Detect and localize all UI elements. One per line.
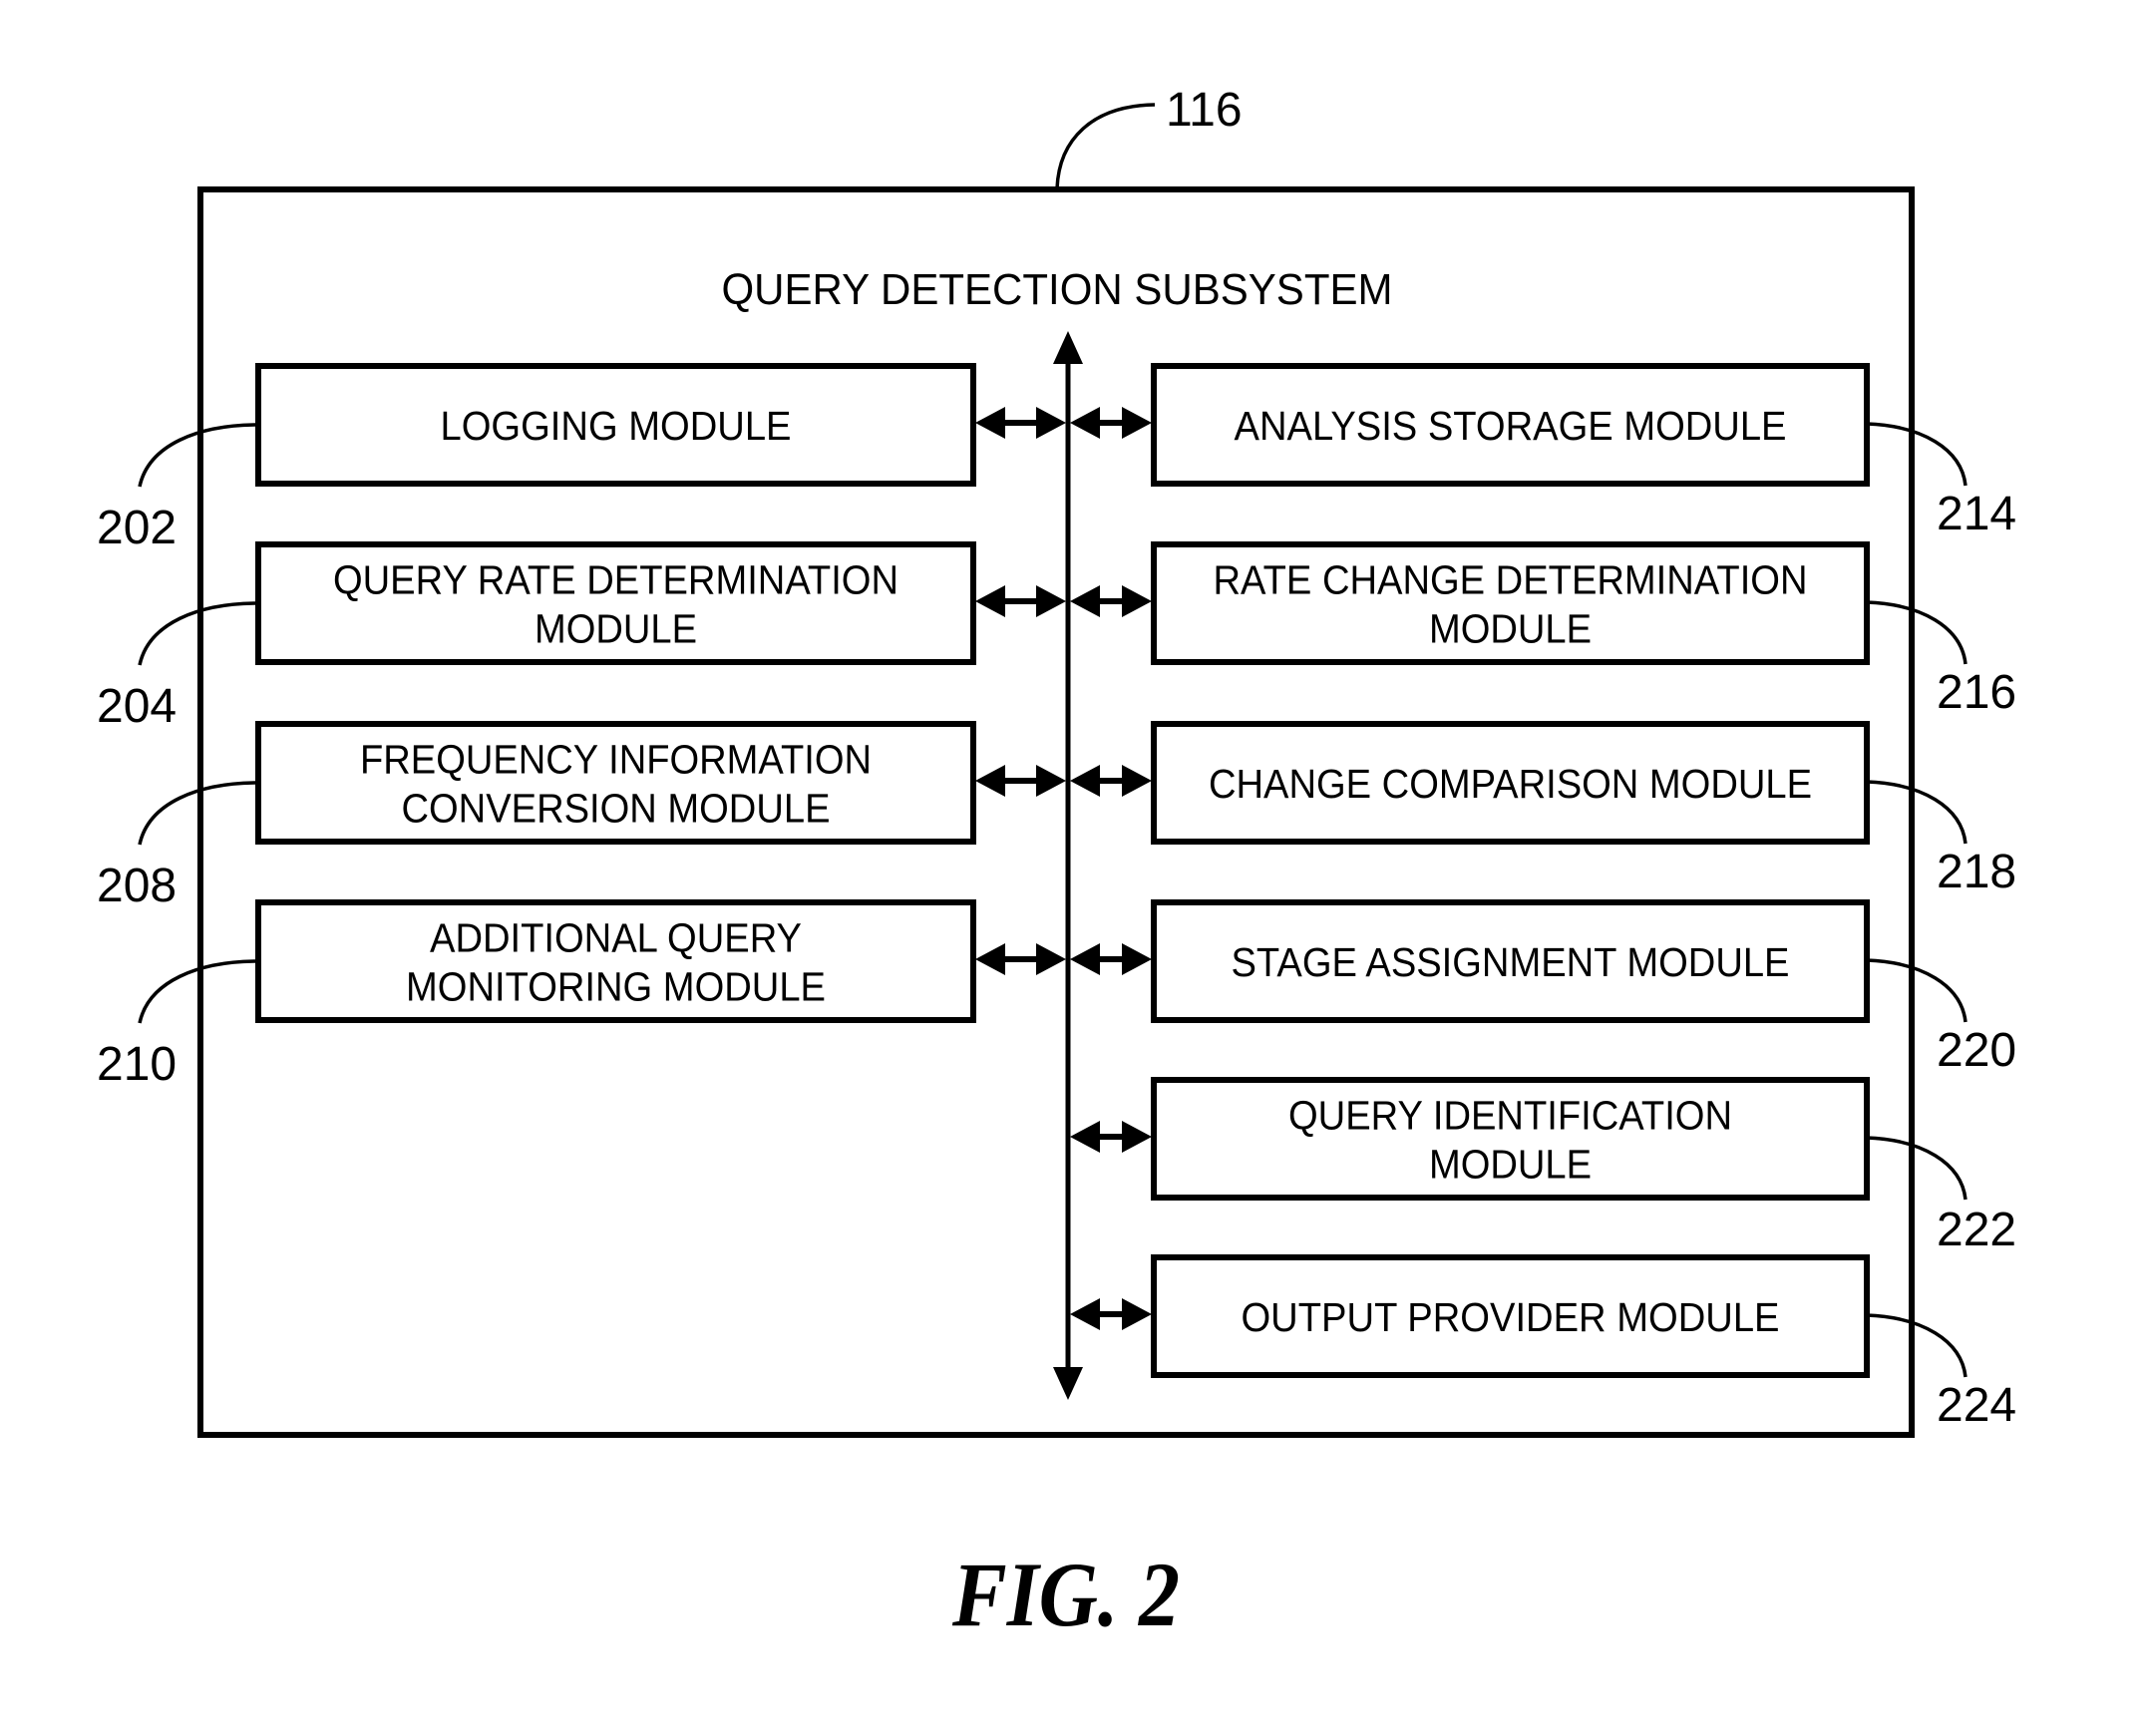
ref-leader [1866,780,1968,845]
ref-leader [1866,958,1968,1023]
arrow-right-icon [1036,765,1066,797]
arrow-left-icon [1070,1121,1100,1153]
right-modules: ANALYSIS STORAGE MODULE214RATE CHANGE DE… [1070,363,2016,1432]
data-bus [1053,331,1083,1400]
module-label-line: MONITORING MODULE [406,964,826,1010]
module-label-line: OUTPUT PROVIDER MODULE [1242,1294,1780,1340]
module-label-line: CHANGE COMPARISON MODULE [1209,761,1812,807]
arrow-right-icon [1122,943,1152,975]
ref-numeral: 204 [97,680,177,733]
figure-caption: FIG. 2 [951,1544,1180,1645]
arrow-right-icon [1122,407,1152,439]
module-label-line: STAGE ASSIGNMENT MODULE [1232,939,1790,985]
bus-arrow-up-icon [1053,331,1083,364]
ref-numeral: 208 [97,860,177,912]
module-label-line: CONVERSION MODULE [402,786,831,832]
arrow-right-icon [1036,585,1066,617]
arrow-left-icon [1070,585,1100,617]
module-label-line: ANALYSIS STORAGE MODULE [1235,403,1787,449]
arrow-left-icon [975,407,1005,439]
arrow-right-icon [1122,1121,1152,1153]
subsystem-ref-numeral: 116 [1166,84,1243,137]
ref-numeral: 210 [97,1038,177,1091]
arrow-right-icon [1036,407,1066,439]
module-208: FREQUENCY INFORMATIONCONVERSION MODULE 20… [97,721,1066,912]
module-202: LOGGING MODULE 202 [97,363,1066,554]
ref-numeral: 202 [97,502,177,554]
arrow-right-icon [1122,1298,1152,1330]
ref-leader [1866,1313,1968,1378]
module-label-line: QUERY RATE DETERMINATION [333,557,898,603]
subsystem-ref-leader [1055,103,1156,189]
module-224: OUTPUT PROVIDER MODULE 224 [1070,1254,2016,1432]
module-210: ADDITIONAL QUERYMONITORING MODULE 210 [97,899,1066,1091]
arrow-right-icon [1122,585,1152,617]
arrow-left-icon [1070,1298,1100,1330]
arrow-right-icon [1036,943,1066,975]
module-218: CHANGE COMPARISON MODULE 218 [1070,721,2016,898]
arrow-left-icon [975,765,1005,797]
arrow-left-icon [975,585,1005,617]
module-label-line: QUERY IDENTIFICATION [1288,1093,1732,1139]
module-214: ANALYSIS STORAGE MODULE 214 [1070,363,2016,540]
ref-numeral: 216 [1937,666,2016,719]
ref-leader [1866,600,1968,665]
module-220: STAGE ASSIGNMENT MODULE 220 [1070,899,2016,1077]
module-216: RATE CHANGE DETERMINATIONMODULE 216 [1070,541,2016,719]
subsystem-title: QUERY DETECTION SUBSYSTEM [722,265,1393,314]
ref-numeral: 224 [1937,1379,2016,1432]
module-label-line: ADDITIONAL QUERY [430,915,802,961]
module-label-line: FREQUENCY INFORMATION [360,737,872,783]
arrow-left-icon [1070,407,1100,439]
module-204: QUERY RATE DETERMINATIONMODULE 204 [97,541,1066,733]
left-modules: LOGGING MODULE202QUERY RATE DETERMINATIO… [97,363,1066,1091]
ref-numeral: 218 [1937,846,2016,898]
module-222: QUERY IDENTIFICATIONMODULE 222 [1070,1077,2016,1256]
ref-numeral: 220 [1937,1024,2016,1077]
module-label-line: LOGGING MODULE [441,403,792,449]
ref-numeral: 214 [1937,488,2016,540]
arrow-right-icon [1122,765,1152,797]
ref-leader [1866,1136,1968,1201]
bus-arrow-down-icon [1053,1367,1083,1400]
module-label-line: MODULE [535,606,697,652]
patent-figure: 116 QUERY DETECTION SUBSYSTEM LOGGING MO… [97,84,2016,1645]
ref-leader [1866,422,1968,487]
module-label-line: RATE CHANGE DETERMINATION [1214,557,1808,603]
module-label-line: MODULE [1429,606,1592,652]
ref-numeral: 222 [1937,1204,2016,1256]
arrow-left-icon [1070,943,1100,975]
arrow-left-icon [1070,765,1100,797]
module-label-line: MODULE [1429,1142,1592,1188]
arrow-left-icon [975,943,1005,975]
